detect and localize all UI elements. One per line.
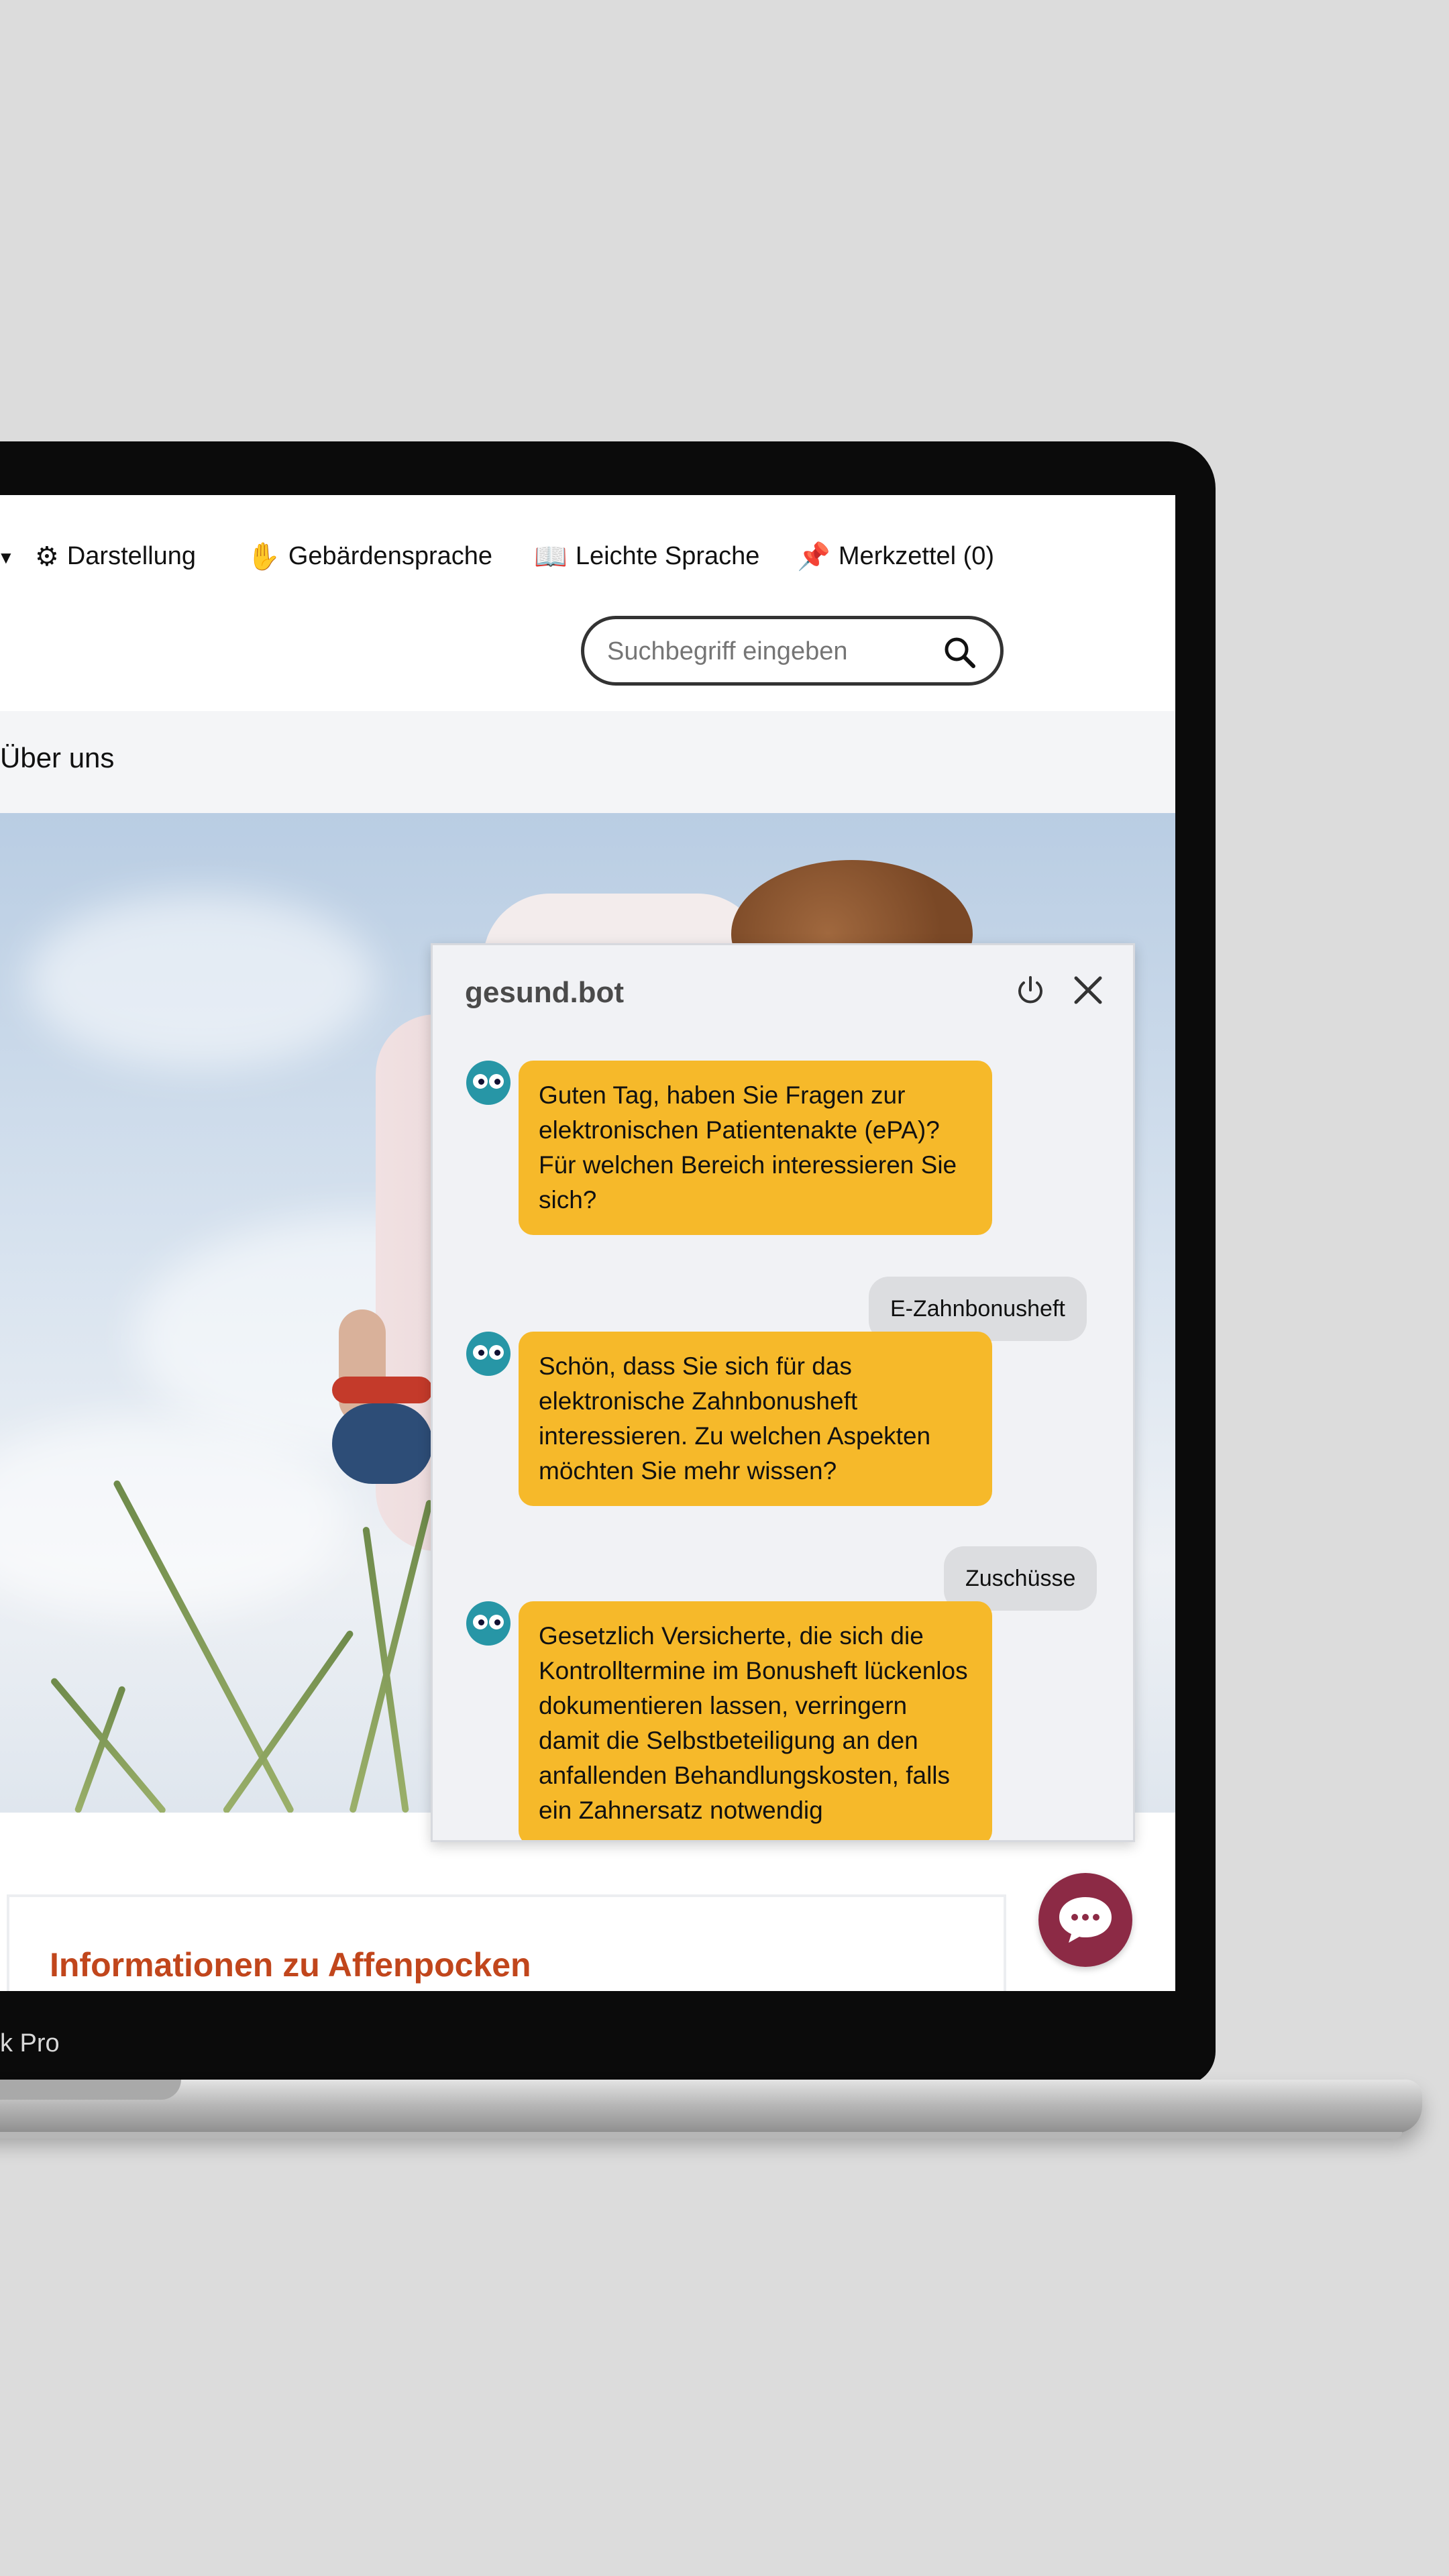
- browser-screen: ▼ ⚙ Darstellung ✋ Gebärdensprache 📖 Leic…: [0, 495, 1175, 1991]
- main-navigation: Über uns: [0, 711, 1175, 813]
- laptop-hinge-notch: [0, 2080, 181, 2100]
- close-icon[interactable]: [1070, 972, 1106, 1008]
- toolbar-gebaerdensprache-label: Gebärdensprache: [288, 542, 493, 570]
- toolbar-merkzettel[interactable]: 📌 Merkzettel (0): [797, 542, 994, 571]
- laptop-brand-label: k Pro: [0, 2029, 60, 2057]
- bot-avatar-icon: [466, 1332, 511, 1376]
- toolbar-gebaerdensprache[interactable]: ✋ Gebärdensprache: [247, 542, 492, 571]
- search-input[interactable]: [607, 634, 929, 669]
- bot-message: Gesetzlich Versicherte, die sich die Kon…: [519, 1601, 992, 1840]
- pin-icon: 📌: [797, 541, 830, 572]
- chat-open-button[interactable]: [1038, 1873, 1132, 1967]
- chatbot-title: gesund.bot: [465, 976, 625, 1009]
- power-icon[interactable]: [1012, 972, 1049, 1008]
- accessibility-toolbar: ▼ ⚙ Darstellung ✋ Gebärdensprache 📖 Leic…: [0, 527, 1175, 581]
- card-title[interactable]: Informationen zu Affenpocken: [50, 1945, 531, 1984]
- toolbar-leichte-sprache-label: Leichte Sprache: [575, 542, 760, 570]
- toolbar-darstellung-label: Darstellung: [66, 542, 197, 570]
- toolbar-leichte-sprache[interactable]: 📖 Leichte Sprache: [534, 542, 759, 571]
- bot-message: Guten Tag, haben Sie Fragen zur elektron…: [519, 1061, 992, 1235]
- search-box: [581, 616, 1004, 686]
- bot-avatar-icon: [466, 1061, 511, 1105]
- easy-language-icon: 📖: [534, 541, 568, 572]
- search-icon[interactable]: [943, 635, 977, 670]
- sign-language-icon: ✋: [247, 541, 280, 572]
- laptop-base-edge: [0, 2132, 1402, 2139]
- toolbar-darstellung[interactable]: ⚙ Darstellung: [35, 542, 196, 571]
- chatbot-panel: gesund.bot Guten Tag, haben Sie Fragen z…: [431, 943, 1135, 1842]
- bot-avatar-icon: [466, 1601, 511, 1646]
- gear-icon: ⚙: [35, 541, 59, 572]
- caret-down-icon[interactable]: ▼: [0, 547, 15, 568]
- bot-message: Schön, dass Sie sich für das elektronisc…: [519, 1332, 992, 1506]
- toolbar-merkzettel-label: Merkzettel (0): [838, 542, 995, 570]
- laptop-base: [0, 2080, 1422, 2133]
- chat-bubble-icon: [1059, 1897, 1112, 1943]
- nav-item-ueber-uns[interactable]: Über uns: [0, 742, 114, 774]
